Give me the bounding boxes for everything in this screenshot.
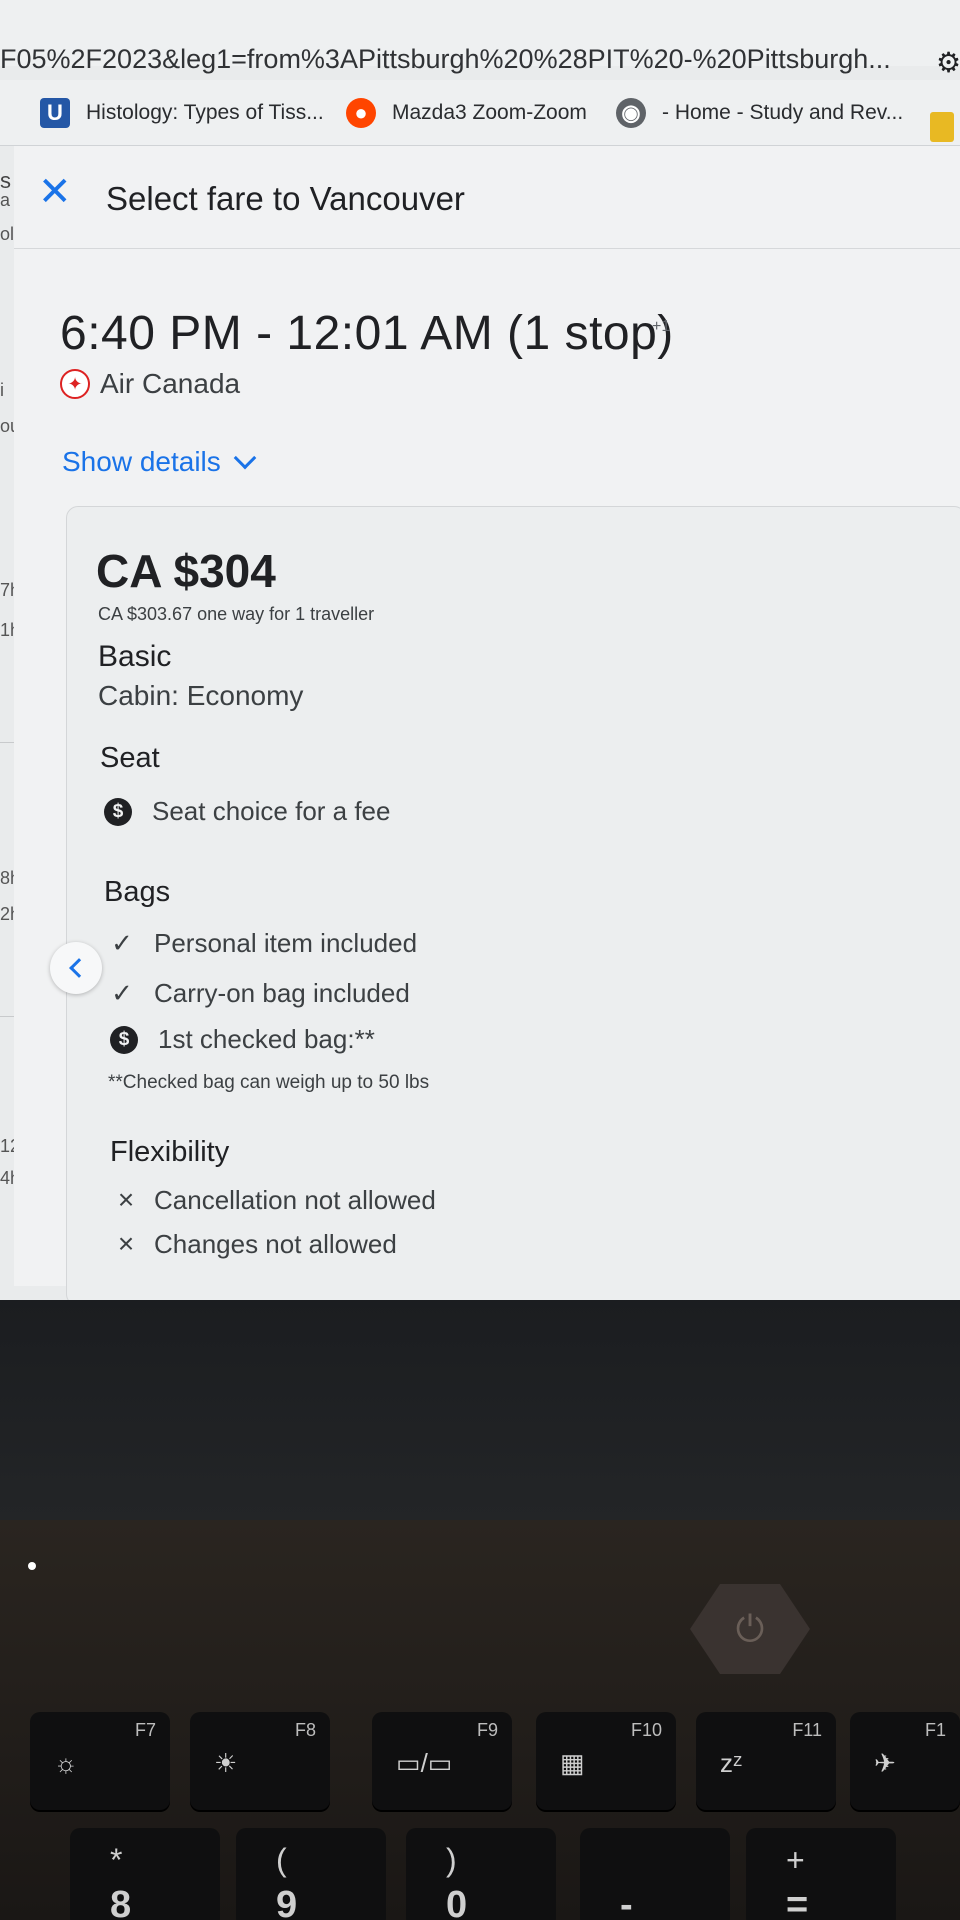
key-equals[interactable]: + =	[746, 1828, 896, 1920]
check-icon: ✓	[111, 928, 133, 958]
key-bottom-label: =	[786, 1884, 809, 1920]
key-label: F9	[476, 1720, 498, 1740]
key-bottom-label: 0	[446, 1884, 468, 1920]
airline-name: Air Canada	[100, 368, 241, 399]
background-divider	[0, 1016, 14, 1017]
key-top-label: *	[110, 1842, 123, 1878]
bag-row: ✓ Personal item included	[108, 928, 417, 959]
chevron-down-icon	[233, 446, 257, 470]
airplane-icon: ✈	[874, 1748, 896, 1778]
seat-label: Seat choice for a fee	[152, 796, 391, 826]
bag-label: Carry-on bag included	[154, 978, 410, 1008]
show-details-label: Show details	[62, 446, 221, 477]
x-icon: ×	[117, 1184, 135, 1215]
brightness-down-icon: ☼	[54, 1748, 78, 1778]
bag-note: **Checked bag can weigh up to 50 lbs	[108, 1072, 430, 1093]
fare-price: CA $304	[96, 545, 276, 597]
key-label: F1	[924, 1720, 946, 1740]
dialog-title: Select fare to Vancouver	[106, 180, 465, 217]
sleep-icon: zᶻ	[720, 1748, 743, 1778]
bookmark-histology[interactable]: U Histology: Types of Tiss...	[40, 98, 324, 128]
key-0[interactable]: ) 0	[406, 1828, 556, 1920]
key-f11[interactable]: F11 zᶻ	[696, 1712, 836, 1810]
show-details-link[interactable]: Show details	[62, 446, 257, 478]
key-bottom-label: 8	[110, 1884, 132, 1920]
airline-row: ✦ Air Canada	[60, 368, 240, 400]
bookmarks-bar: s U Histology: Types of Tiss... ● Mazda3…	[0, 80, 960, 193]
key-f12[interactable]: F1 ✈	[850, 1712, 960, 1810]
key-bottom-label: -	[620, 1884, 633, 1920]
close-icon[interactable]: ✕	[38, 172, 78, 212]
key-8[interactable]: * 8	[70, 1828, 220, 1920]
seat-row: $ Seat choice for a fee	[104, 796, 390, 827]
background-text: ol	[0, 224, 15, 244]
day-offset: +1	[652, 318, 671, 335]
laptop-screen: F05%2F2023&leg1=from%3APittsburgh%20%28P…	[0, 0, 960, 1300]
key-minus[interactable]: -	[580, 1828, 730, 1920]
background-divider	[0, 742, 14, 743]
bag-label: 1st checked bag:**	[158, 1024, 375, 1054]
url-text[interactable]: F05%2F2023&leg1=from%3APittsburgh%20%28P…	[0, 44, 891, 75]
flex-row: × Changes not allowed	[112, 1228, 397, 1260]
background-text: a	[0, 190, 11, 210]
key-top-label: +	[786, 1842, 805, 1878]
bookmark-label: Mazda3 Zoom-Zoom	[392, 101, 587, 124]
reddit-icon: ●	[346, 98, 376, 128]
x-icon: ×	[117, 1228, 135, 1259]
flex-row: × Cancellation not allowed	[112, 1184, 436, 1216]
dollar-icon: $	[104, 797, 132, 826]
fare-name: Basic	[98, 640, 172, 673]
key-9[interactable]: ( 9	[236, 1828, 386, 1920]
extension-icon[interactable]: ⚙	[936, 46, 960, 79]
key-label: F11	[792, 1720, 822, 1740]
key-bottom-label: 9	[276, 1884, 298, 1920]
display-switch-icon: ▭/▭	[396, 1748, 453, 1778]
folder-icon[interactable]	[930, 112, 954, 142]
cabin-class: Cabin: Economy	[98, 680, 304, 711]
key-top-label: (	[276, 1842, 287, 1878]
status-led	[28, 1562, 36, 1570]
bookmark-mazda[interactable]: ● Mazda3 Zoom-Zoom	[346, 98, 587, 128]
key-label: F8	[294, 1720, 316, 1740]
check-icon: ✓	[111, 978, 133, 1008]
dialog-divider	[14, 248, 960, 249]
flex-label: Cancellation not allowed	[154, 1184, 436, 1215]
key-label: F7	[134, 1720, 156, 1740]
key-f7[interactable]: F7 ☼	[30, 1712, 170, 1810]
flexibility-heading: Flexibility	[110, 1136, 230, 1168]
flight-time: 6:40 PM - 12:01 AM (1 stop)	[60, 307, 674, 360]
laptop-bezel	[0, 1300, 960, 1520]
globe-icon: ◉	[616, 98, 646, 128]
bookmark-label: Histology: Types of Tiss...	[86, 101, 324, 124]
fare-price-detail: CA $303.67 one way for 1 traveller	[98, 604, 375, 624]
scroll-left-button[interactable]	[50, 942, 102, 994]
key-label: F10	[630, 1720, 662, 1740]
fare-card[interactable]	[66, 506, 960, 1300]
brightness-up-icon: ☀	[214, 1748, 238, 1778]
address-bar[interactable]: F05%2F2023&leg1=from%3APittsburgh%20%28P…	[0, 0, 960, 78]
chevron-left-icon	[69, 958, 89, 978]
key-f10[interactable]: F10 ▦	[536, 1712, 676, 1810]
bag-row: $ 1st checked bag:**	[110, 1024, 375, 1055]
key-f8[interactable]: F8 ☀	[190, 1712, 330, 1810]
dollar-icon: $	[110, 1025, 138, 1054]
maple-leaf-icon: ✦	[60, 369, 90, 399]
background-text: i	[0, 380, 4, 400]
bags-heading: Bags	[104, 876, 171, 908]
bookmark-label: - Home - Study and Rev...	[662, 101, 904, 124]
key-f9[interactable]: F9 ▭/▭	[372, 1712, 512, 1810]
u-logo-icon: U	[40, 98, 70, 128]
bag-label: Personal item included	[154, 928, 418, 958]
bag-row: ✓ Carry-on bag included	[108, 978, 410, 1009]
seat-heading: Seat	[100, 742, 160, 774]
touchpad-icon: ▦	[560, 1748, 585, 1778]
key-top-label: )	[446, 1842, 457, 1878]
flex-label: Changes not allowed	[154, 1228, 397, 1259]
bookmark-study[interactable]: ◉ - Home - Study and Rev...	[616, 98, 903, 128]
